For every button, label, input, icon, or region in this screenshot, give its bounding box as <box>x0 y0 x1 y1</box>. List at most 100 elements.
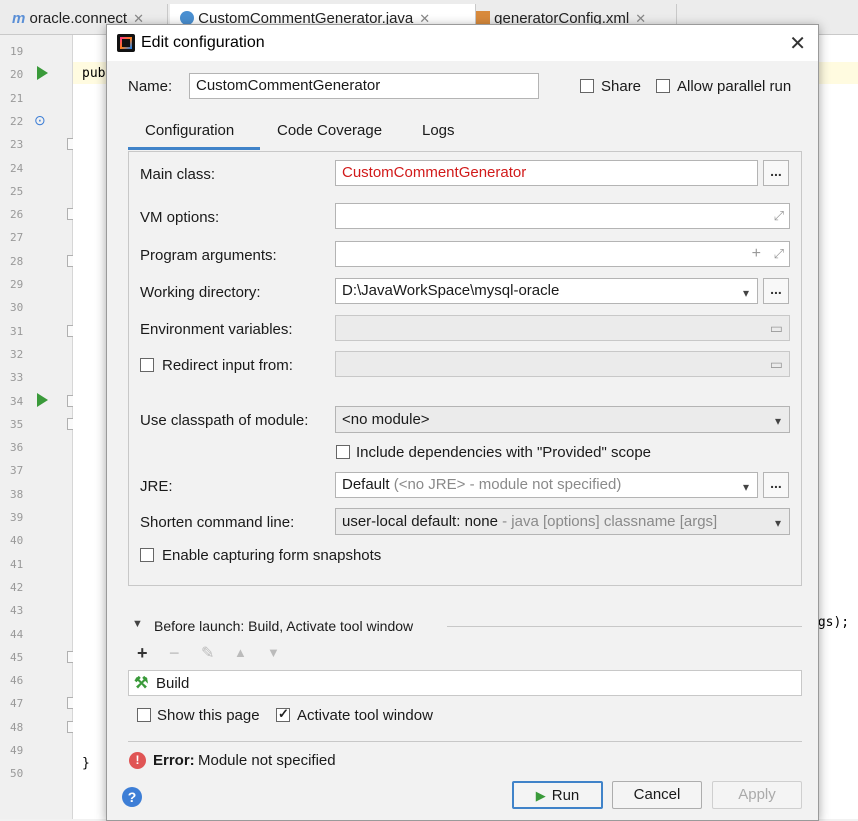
code-line-49: } <box>82 756 90 771</box>
collapse-triangle-icon[interactable]: ▼ <box>132 618 143 630</box>
chevron-down-icon[interactable]: ▾ <box>743 281 749 303</box>
line-number: 38 <box>10 487 24 501</box>
line-number: 44 <box>10 627 24 641</box>
line-number: 21 <box>10 91 24 105</box>
move-up-icon[interactable]: ▲ <box>234 645 247 660</box>
activate-tool-window-checkbox[interactable] <box>276 706 290 722</box>
line-number: 36 <box>10 441 24 455</box>
working-directory-label: Working directory: <box>140 284 261 301</box>
redirect-input-checkbox[interactable] <box>140 358 154 372</box>
main-class-label: Main class: <box>140 166 216 183</box>
before-launch-header: Before launch: Build, Activate tool wind… <box>154 618 414 634</box>
xml-icon <box>476 11 490 25</box>
line-number: 50 <box>10 767 24 781</box>
redirect-input-field[interactable]: ▭ <box>335 351 790 377</box>
line-number: 49 <box>10 744 24 757</box>
enable-snapshots-checkbox[interactable] <box>140 548 154 562</box>
folder-icon[interactable]: ▭ <box>770 352 783 376</box>
tab-configuration[interactable]: Configuration <box>128 122 260 150</box>
code-line-20: pub <box>82 66 106 81</box>
intellij-app-icon <box>117 34 135 52</box>
line-number: 23 <box>10 138 24 152</box>
hammer-icon: ⚒ <box>134 675 149 692</box>
jre-field[interactable]: Default (<no JRE> - module not specified… <box>335 472 758 498</box>
tab-code-coverage[interactable]: Code Coverage <box>277 122 382 150</box>
allow-parallel-checkbox[interactable] <box>656 79 670 93</box>
name-field[interactable]: CustomCommentGenerator <box>189 73 539 99</box>
shorten-command-line-select[interactable]: user-local default: none - java [options… <box>335 508 790 535</box>
chevron-down-icon: ▾ <box>774 414 781 428</box>
vm-options-label: VM options: <box>140 209 220 226</box>
line-number: 35 <box>10 417 24 431</box>
line-number: 27 <box>10 231 24 245</box>
shorten-value: user-local default: none <box>342 513 498 530</box>
line-number: 40 <box>10 534 24 548</box>
line-number: 29 <box>10 278 24 291</box>
browse-working-directory-button[interactable]: ... <box>763 278 789 304</box>
show-page-checkbox[interactable] <box>137 708 151 722</box>
dialog-title: Edit configuration <box>141 34 265 51</box>
expand-icon[interactable]: ⤢ <box>774 242 784 266</box>
classpath-module-select[interactable]: <no module> ▾ <box>335 406 790 433</box>
before-launch-list: ⚒ Build <box>128 670 802 696</box>
shorten-command-line-label: Shorten command line: <box>140 514 295 531</box>
share-checkbox[interactable] <box>580 79 594 93</box>
m-icon: m <box>12 10 26 27</box>
line-number: 48 <box>10 720 24 734</box>
close-icon[interactable]: ✕ <box>789 31 806 56</box>
line-number: 19 <box>10 45 24 58</box>
line-number: 25 <box>10 184 24 198</box>
tab-logs[interactable]: Logs <box>422 122 455 150</box>
classpath-module-value: <no module> <box>342 411 430 428</box>
vm-options-field[interactable]: ⤢ <box>335 203 790 229</box>
edit-icon[interactable]: ✎ <box>201 643 214 663</box>
apply-button[interactable]: Apply <box>712 781 802 809</box>
browse-main-class-button[interactable]: ... <box>763 160 789 186</box>
run-icon: ▶ <box>535 788 546 803</box>
jre-label: JRE: <box>140 478 173 495</box>
help-icon[interactable]: ? <box>122 787 142 807</box>
dialog-titlebar: Edit configuration ✕ <box>107 25 818 61</box>
line-number: 24 <box>10 161 24 175</box>
editor-gutter: 19 20 21 22 23 24 25 26 27 28 29 30 31 32 33 34 35 36 37 38… <box>0 35 78 819</box>
browse-jre-button[interactable]: ... <box>763 472 789 498</box>
line-number: 37 <box>10 464 24 478</box>
environment-variables-label: Environment variables: <box>140 321 293 338</box>
line-number: 26 <box>10 208 24 222</box>
edit-configuration-dialog: Edit configuration ✕ Name: CustomComment… <box>106 24 819 821</box>
line-number: 20 <box>10 68 24 82</box>
error-message: Module not specified <box>198 752 336 769</box>
show-page-label: Show this page <box>157 707 260 724</box>
cancel-button[interactable]: Cancel <box>612 781 702 809</box>
main-class-field[interactable]: CustomCommentGenerator <box>335 160 758 186</box>
override-icon[interactable]: ⊙ <box>34 112 46 129</box>
line-number: 30 <box>10 301 24 315</box>
allow-parallel-label: Allow parallel run <box>677 78 792 95</box>
folder-icon[interactable]: ▭ <box>770 316 783 340</box>
line-number: 33 <box>10 371 24 385</box>
run-button[interactable]: ▶ Run <box>512 781 603 809</box>
activate-tool-window-label: Activate tool window <box>297 707 433 724</box>
shorten-hint: - java [options] classname [args] <box>502 513 718 530</box>
line-number: 45 <box>10 650 24 664</box>
run-gutter-icon[interactable] <box>37 66 48 81</box>
remove-icon[interactable]: − <box>169 643 180 664</box>
line-number: 41 <box>10 557 24 571</box>
move-down-icon[interactable]: ▼ <box>267 645 280 660</box>
line-number: 28 <box>10 254 24 268</box>
add-icon[interactable]: + <box>137 643 148 664</box>
line-number: 31 <box>10 324 24 338</box>
run-gutter-icon[interactable] <box>37 392 48 407</box>
expand-icon[interactable]: ⤢ <box>774 204 784 228</box>
line-number: 46 <box>10 674 24 688</box>
class-icon <box>180 11 194 25</box>
line-number: 22 <box>10 114 24 128</box>
working-directory-field[interactable]: D:\JavaWorkSpace\mysql-oracle ▾ <box>335 278 758 304</box>
program-arguments-field[interactable]: + ⤢ <box>335 241 790 267</box>
build-task[interactable]: Build <box>156 675 189 692</box>
include-dependencies-checkbox[interactable] <box>336 445 350 459</box>
plus-icon[interactable]: + <box>752 242 761 266</box>
chevron-down-icon[interactable]: ▾ <box>743 475 749 497</box>
environment-variables-field[interactable]: ▭ <box>335 315 790 341</box>
enable-snapshots-label: Enable capturing form snapshots <box>162 547 382 564</box>
